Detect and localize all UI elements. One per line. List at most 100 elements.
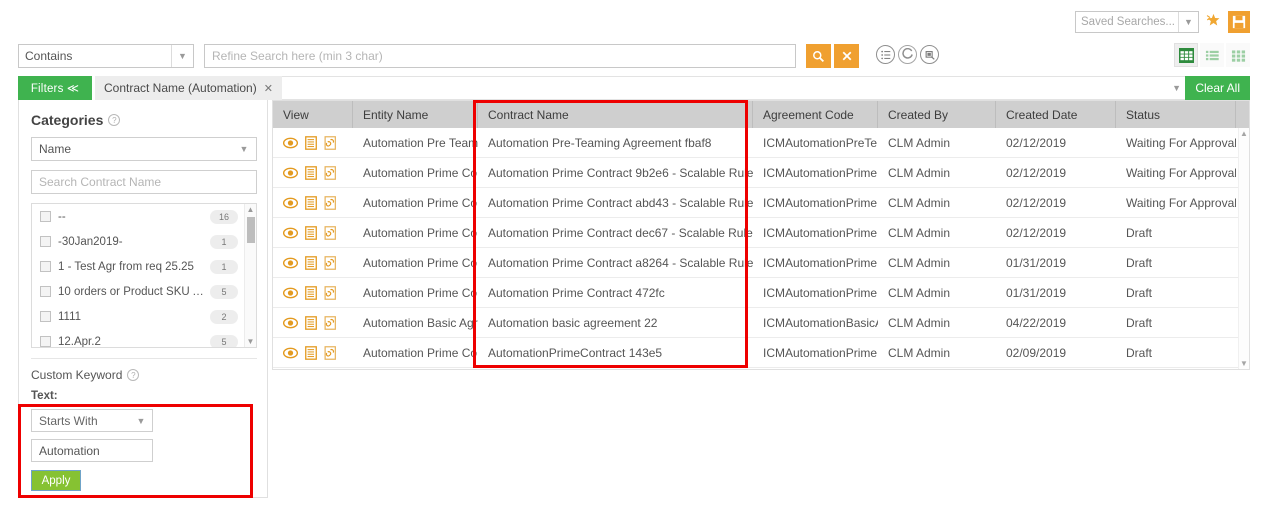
document-link-icon[interactable] <box>324 316 337 330</box>
document-details-icon[interactable] <box>305 136 317 150</box>
saved-search-toolbar: Saved Searches... ▼ <box>1075 11 1250 33</box>
cell-contract-name: AutomationPrimeContract 143e5 <box>478 338 753 367</box>
list-item[interactable]: 1 - Test Agr from req 25.25 1 <box>32 254 244 279</box>
keyword-text-input[interactable] <box>31 439 153 462</box>
checkbox-icon[interactable] <box>40 336 51 347</box>
table-row[interactable]: Automation Prime Co...AutomationPrimeCon… <box>273 338 1249 368</box>
search-contract-name-input[interactable] <box>31 170 257 194</box>
document-link-icon[interactable] <box>324 166 337 180</box>
column-header-status[interactable]: Status <box>1116 101 1236 128</box>
list-circle-icon[interactable] <box>876 45 895 64</box>
chevron-down-icon[interactable]: ▼ <box>1178 12 1198 32</box>
caret-up-icon[interactable]: ▲ <box>245 204 256 215</box>
list-item[interactable]: 1111 2 <box>32 304 244 329</box>
tile-view-icon[interactable] <box>1226 43 1250 67</box>
scrollbar-thumb[interactable] <box>247 217 255 243</box>
document-link-icon[interactable] <box>324 256 337 270</box>
document-link-icon[interactable] <box>324 196 337 210</box>
search-input[interactable] <box>204 44 796 68</box>
facet-count: 5 <box>210 335 238 348</box>
facet-label: 1111 <box>58 311 210 323</box>
table-row[interactable]: Automation Prime Co...Automation Prime C… <box>273 188 1249 218</box>
search-button[interactable] <box>806 44 831 68</box>
table-row[interactable]: Automation Prime Co...Automation Prime C… <box>273 278 1249 308</box>
document-details-icon[interactable] <box>305 316 317 330</box>
category-field-select[interactable]: Name ▼ <box>31 137 257 161</box>
custom-keyword-title: Custom Keyword <box>31 368 122 382</box>
caret-down-icon[interactable]: ▼ <box>245 336 256 347</box>
table-row[interactable]: Automation Prime Co...Automation Prime C… <box>273 218 1249 248</box>
clear-all-button[interactable]: Clear All <box>1185 76 1250 100</box>
cell-created-date: 02/12/2019 <box>996 158 1116 187</box>
list-item[interactable]: -- 16 <box>32 204 244 229</box>
view-mode-group <box>1174 43 1250 67</box>
table-row[interactable]: Automation Pre Teami...Automation Pre-Te… <box>273 128 1249 158</box>
table-row[interactable]: Automation Basic Agr...Automation basic … <box>273 308 1249 338</box>
saved-searches-select[interactable]: Saved Searches... ▼ <box>1075 11 1199 33</box>
question-mark-icon[interactable]: ? <box>127 369 139 381</box>
star-favorite-icon[interactable] <box>1205 12 1222 32</box>
report-circle-icon[interactable] <box>920 45 939 64</box>
list-item[interactable]: 12.Apr.2 5 <box>32 329 244 347</box>
checkbox-icon[interactable] <box>40 286 51 297</box>
facet-label: 1 - Test Agr from req 25.25 <box>58 261 210 273</box>
categories-heading: Categories ? <box>31 112 255 128</box>
eye-view-icon[interactable] <box>283 167 298 179</box>
caret-down-icon[interactable]: ▼ <box>1239 358 1249 369</box>
column-header-view[interactable]: View <box>273 101 353 128</box>
list-item[interactable]: 10 orders or Product SKU AX30... 5 <box>32 279 244 304</box>
save-search-button[interactable] <box>1228 11 1250 33</box>
eye-view-icon[interactable] <box>283 287 298 299</box>
eye-view-icon[interactable] <box>283 347 298 359</box>
document-link-icon[interactable] <box>324 346 337 360</box>
filters-toggle-button[interactable]: Filters ≪ <box>18 76 92 100</box>
list-view-icon[interactable] <box>1200 43 1224 67</box>
column-header-agreement-code[interactable]: Agreement Code <box>753 101 878 128</box>
document-details-icon[interactable] <box>305 196 317 210</box>
keyword-operator-select[interactable]: Starts With ▼ <box>31 409 153 432</box>
magnifier-icon <box>812 50 825 63</box>
facet-scrollbar[interactable]: ▲ ▼ <box>244 204 256 347</box>
checkbox-icon[interactable] <box>40 311 51 322</box>
document-details-icon[interactable] <box>305 256 317 270</box>
cell-view-actions <box>273 248 353 277</box>
search-condition-select[interactable]: Contains ▼ <box>18 44 194 68</box>
eye-view-icon[interactable] <box>283 137 298 149</box>
checkbox-icon[interactable] <box>40 236 51 247</box>
question-mark-icon[interactable]: ? <box>108 114 120 126</box>
checkbox-icon[interactable] <box>40 211 51 222</box>
document-details-icon[interactable] <box>305 226 317 240</box>
table-row[interactable]: Automation Prime Co...Automation Prime C… <box>273 158 1249 188</box>
apply-button[interactable]: Apply <box>31 470 81 491</box>
column-header-contract-name[interactable]: Contract Name <box>478 101 753 128</box>
grid-scrollbar[interactable]: ▲ ▼ <box>1238 128 1249 369</box>
cell-agreement-code: ICMAutomationBasicA... <box>753 308 878 337</box>
close-x-icon[interactable]: ✕ <box>264 82 273 95</box>
chevron-down-icon[interactable]: ▼ <box>130 410 152 431</box>
refresh-circle-icon[interactable] <box>898 45 917 64</box>
column-header-created-date[interactable]: Created Date <box>996 101 1116 128</box>
cell-agreement-code: ICMAutomationPrime... <box>753 248 878 277</box>
chevron-down-icon[interactable]: ▼ <box>232 138 256 160</box>
clear-search-button[interactable] <box>834 44 859 68</box>
caret-up-icon[interactable]: ▲ <box>1239 128 1249 139</box>
list-item[interactable]: -30Jan2019- 1 <box>32 229 244 254</box>
document-link-icon[interactable] <box>324 226 337 240</box>
eye-view-icon[interactable] <box>283 227 298 239</box>
eye-view-icon[interactable] <box>283 317 298 329</box>
cell-status: Draft <box>1116 338 1236 367</box>
column-header-created-by[interactable]: Created By <box>878 101 996 128</box>
document-details-icon[interactable] <box>305 286 317 300</box>
table-row[interactable]: Automation Prime Co...Automation Prime C… <box>273 248 1249 278</box>
chevron-down-icon[interactable]: ▼ <box>171 45 193 67</box>
column-header-entity-name[interactable]: Entity Name <box>353 101 478 128</box>
grid-view-icon[interactable] <box>1174 43 1198 67</box>
document-details-icon[interactable] <box>305 166 317 180</box>
checkbox-icon[interactable] <box>40 261 51 272</box>
document-link-icon[interactable] <box>324 286 337 300</box>
filter-chip-contract-name[interactable]: Contract Name (Automation) ✕ <box>95 76 282 100</box>
eye-view-icon[interactable] <box>283 257 298 269</box>
document-details-icon[interactable] <box>305 346 317 360</box>
document-link-icon[interactable] <box>324 136 337 150</box>
eye-view-icon[interactable] <box>283 197 298 209</box>
